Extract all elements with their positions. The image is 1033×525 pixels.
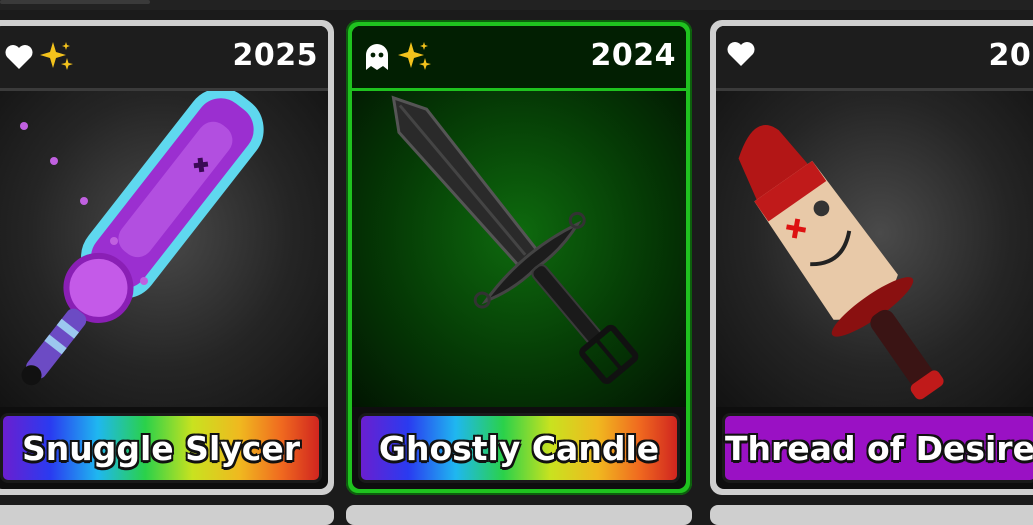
item-name-bar: Ghostly Candle: [358, 413, 680, 483]
item-name: Snuggle Slycer: [22, 429, 300, 468]
item-year: 2025: [989, 38, 1033, 73]
item-year: 2024: [591, 38, 677, 73]
item-card-snuggle-slycer[interactable]: 2025 Snuggle S: [0, 20, 334, 495]
item-preview: [716, 91, 1033, 407]
top-divider: [0, 0, 1033, 10]
scrollbar-fragment: [0, 0, 150, 4]
card-header: 2025: [716, 26, 1033, 91]
item-name-bar: Snuggle Slycer: [0, 413, 322, 483]
card-stub: [346, 505, 692, 525]
item-name: Thread of Desire: [725, 429, 1033, 468]
item-card-ghostly-candle[interactable]: 2024 Ghostly Candle: [346, 20, 692, 495]
doll-knife-image: [716, 91, 1033, 407]
item-card-thread-of-desire[interactable]: 2025 Thread of Desire: [710, 20, 1033, 495]
card-stub: [710, 505, 1033, 525]
item-preview: [352, 91, 686, 407]
sparkle-icon: [398, 40, 432, 74]
card-header: 2024: [352, 26, 686, 91]
item-preview: [0, 91, 328, 407]
card-stub: [0, 505, 334, 525]
dark-sword-image: [352, 91, 686, 407]
item-year: 2025: [233, 38, 319, 73]
heart-icon: [4, 43, 34, 71]
card-header: 2025: [0, 26, 328, 91]
item-name: Ghostly Candle: [379, 429, 659, 468]
heart-icon: [726, 40, 756, 68]
ghost-icon: [362, 42, 392, 72]
sparkle-icon: [40, 40, 74, 74]
item-name-bar: Thread of Desire: [722, 413, 1033, 483]
chainsaw-sword-image: [0, 91, 328, 407]
